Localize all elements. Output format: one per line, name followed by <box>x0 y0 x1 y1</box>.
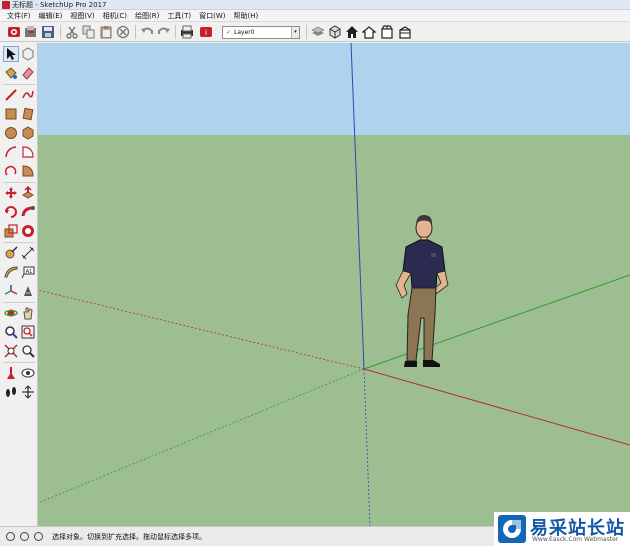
menu-file[interactable]: 文件(F) <box>3 10 35 21</box>
text-icon[interactable]: A1 <box>20 264 36 280</box>
section-plane-icon[interactable] <box>20 384 36 400</box>
position-camera-icon[interactable] <box>3 365 19 381</box>
eraser-icon[interactable] <box>20 65 36 81</box>
pie-icon[interactable] <box>20 144 36 160</box>
ground <box>38 135 630 526</box>
paste-icon[interactable] <box>98 24 114 40</box>
layer-manager-icon[interactable] <box>310 24 326 40</box>
scale-icon[interactable] <box>3 223 19 239</box>
3d-viewport[interactable] <box>38 43 630 526</box>
paint-bucket-icon[interactable] <box>3 65 19 81</box>
right-view-icon[interactable] <box>379 24 395 40</box>
svg-text:A1: A1 <box>26 269 33 275</box>
sky <box>38 43 630 135</box>
chevron-down-icon[interactable]: ▾ <box>291 27 299 38</box>
component-icon[interactable] <box>20 46 36 62</box>
circle-icon[interactable] <box>3 125 19 141</box>
zoom-icon[interactable] <box>3 324 19 340</box>
status-text: 选择对象。切换到扩充选择。拖动鼠标选择多项。 <box>52 533 206 541</box>
offset-icon[interactable] <box>20 223 36 239</box>
menu-window[interactable]: 窗口(W) <box>195 10 229 21</box>
sketchup-window: 无标题 - SketchUp Pro 2017 文件(F) 编辑(E) 视图(V… <box>0 0 630 546</box>
menu-view[interactable]: 视图(V) <box>66 10 98 21</box>
zoom-window-icon[interactable] <box>20 324 36 340</box>
warehouse-icon[interactable] <box>6 24 22 40</box>
cut-icon[interactable] <box>64 24 80 40</box>
arc-icon[interactable] <box>3 144 19 160</box>
front-view-icon[interactable] <box>361 24 377 40</box>
previous-view-icon[interactable] <box>20 343 36 359</box>
rotated-rectangle-icon[interactable] <box>20 106 36 122</box>
erase-icon[interactable] <box>115 24 131 40</box>
dimension-icon[interactable] <box>20 245 36 261</box>
follow-me-icon[interactable] <box>20 204 36 220</box>
main-toolbar: i ✓ Layer0 ▾ <box>0 22 630 42</box>
window-title: 无标题 - SketchUp Pro 2017 <box>12 1 107 9</box>
zoom-extents-icon[interactable] <box>3 343 19 359</box>
line-icon[interactable] <box>3 87 19 103</box>
rotate-icon[interactable] <box>3 204 19 220</box>
open-icon[interactable] <box>23 24 39 40</box>
menu-edit[interactable]: 编辑(E) <box>35 10 67 21</box>
layer-select-value: Layer0 <box>234 29 255 36</box>
tape-measure-icon[interactable] <box>3 245 19 261</box>
title-bar: 无标题 - SketchUp Pro 2017 <box>0 0 630 10</box>
three-point-arc-icon[interactable] <box>20 163 36 179</box>
walk-icon[interactable] <box>3 384 19 400</box>
menu-bar: 文件(F) 编辑(E) 视图(V) 相机(C) 绘图(R) 工具(T) 窗口(W… <box>0 10 630 22</box>
look-around-icon[interactable] <box>20 365 36 381</box>
current-layer-check: ✓ <box>226 29 232 36</box>
print-icon[interactable] <box>179 24 195 40</box>
pan-icon[interactable] <box>20 305 36 321</box>
two-point-arc-icon[interactable] <box>3 163 19 179</box>
sketchup-app-icon <box>2 1 10 9</box>
push-pull-icon[interactable] <box>20 185 36 201</box>
viewport-canvas <box>38 43 630 526</box>
svg-text:i: i <box>205 29 207 37</box>
redo-icon[interactable] <box>156 24 172 40</box>
top-view-icon[interactable] <box>344 24 360 40</box>
menu-tools[interactable]: 工具(T) <box>163 10 195 21</box>
geo-location-icon[interactable] <box>6 532 15 541</box>
3d-text-icon[interactable] <box>20 283 36 299</box>
freehand-icon[interactable] <box>20 87 36 103</box>
user-icon[interactable] <box>34 532 43 541</box>
copy-icon[interactable] <box>81 24 97 40</box>
menu-camera[interactable]: 相机(C) <box>99 10 131 21</box>
layer-select[interactable]: ✓ Layer0 ▾ <box>222 26 300 39</box>
protractor-icon[interactable] <box>3 264 19 280</box>
watermark-logo: 易采站长站 Www.Easck.Com Webmaster <box>494 512 630 546</box>
model-info-icon[interactable]: i <box>198 24 214 40</box>
move-icon[interactable] <box>3 185 19 201</box>
polygon-icon[interactable] <box>20 125 36 141</box>
menu-help[interactable]: 帮助(H) <box>229 10 262 21</box>
watermark-emblem-icon <box>498 515 526 543</box>
back-view-icon[interactable] <box>397 24 413 40</box>
tool-palette: A1 <box>0 43 38 526</box>
save-icon[interactable] <box>40 24 56 40</box>
axes-icon[interactable] <box>3 283 19 299</box>
undo-icon[interactable] <box>139 24 155 40</box>
menu-draw[interactable]: 绘图(R) <box>131 10 163 21</box>
info-icon[interactable] <box>20 532 29 541</box>
rectangle-icon[interactable] <box>3 106 19 122</box>
watermark-subtitle: Www.Easck.Com Webmaster <box>532 536 619 543</box>
select-icon[interactable] <box>3 46 19 62</box>
orbit-icon[interactable] <box>3 305 19 321</box>
iso-view-icon[interactable] <box>327 24 343 40</box>
